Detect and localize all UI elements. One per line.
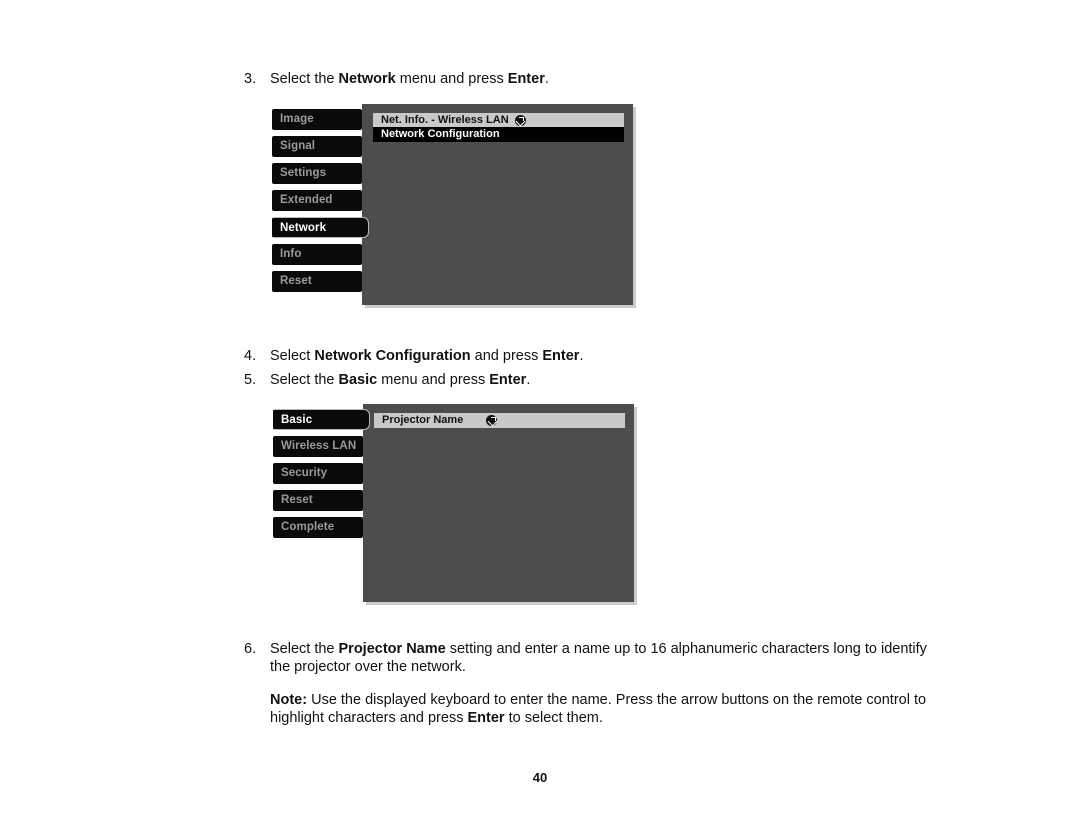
- sidebar-item-label: Reset: [280, 275, 312, 287]
- step-6-number: 6.: [244, 641, 257, 657]
- menu-row-label: Net. Info. - Wireless LAN: [381, 114, 509, 126]
- sidebar-item-network[interactable]: Network: [272, 217, 369, 238]
- menu-row-label: Network Configuration: [381, 128, 500, 140]
- step-3-number: 3.: [244, 71, 257, 87]
- step-4: 4. Select Network Configuration and pres…: [244, 347, 944, 365]
- step-5-text: Select the Basic menu and press Enter.: [270, 372, 531, 388]
- step-5-number: 5.: [244, 372, 257, 388]
- sidebar-item-label: Settings: [280, 167, 327, 179]
- sidebar-item-security[interactable]: Security: [273, 463, 363, 484]
- step-3-text: Select the Network menu and press Enter.: [270, 71, 549, 87]
- sidebar-item-reset[interactable]: Reset: [272, 271, 362, 292]
- sidebar-item-wireless-lan[interactable]: Wireless LAN: [273, 436, 363, 457]
- osd-panel-background: [363, 404, 634, 602]
- sidebar-item-complete[interactable]: Complete: [273, 517, 363, 538]
- sidebar-item-basic[interactable]: Basic: [273, 409, 370, 430]
- sidebar-item-label: Reset: [281, 494, 313, 506]
- sidebar-item-label: Complete: [281, 521, 335, 533]
- step-4-number: 4.: [244, 348, 257, 364]
- enter-icon: [486, 415, 497, 426]
- step-6-text: Select the Projector Name setting and en…: [270, 641, 927, 675]
- menu-row-projector-name[interactable]: Projector Name: [374, 413, 625, 428]
- osd-sidebar: Image Signal Settings Extended Network I…: [272, 109, 369, 298]
- menu-row-net-info-wireless-lan[interactable]: Net. Info. - Wireless LAN: [373, 113, 624, 128]
- sidebar-item-label: Security: [281, 467, 328, 479]
- sidebar-item-signal[interactable]: Signal: [272, 136, 362, 157]
- step-3: 3. Select the Network menu and press Ent…: [244, 70, 944, 88]
- note-text: Note: Use the displayed keyboard to ente…: [270, 692, 927, 726]
- sidebar-item-info[interactable]: Info: [272, 244, 362, 265]
- manual-page: 3. Select the Network menu and press Ent…: [0, 0, 1080, 834]
- sidebar-item-settings[interactable]: Settings: [272, 163, 362, 184]
- sidebar-item-reset[interactable]: Reset: [273, 490, 363, 511]
- page-number: 40: [532, 770, 548, 785]
- note-paragraph: Note: Use the displayed keyboard to ente…: [270, 692, 935, 727]
- step-5: 5. Select the Basic menu and press Enter…: [244, 371, 944, 389]
- sidebar-item-label: Basic: [281, 414, 313, 426]
- sidebar-item-image[interactable]: Image: [272, 109, 362, 130]
- step-6: 6. Select the Projector Name setting and…: [244, 640, 934, 676]
- sidebar-item-label: Network: [280, 222, 327, 234]
- sidebar-item-label: Wireless LAN: [281, 440, 357, 452]
- step-4-text: Select Network Configuration and press E…: [270, 348, 584, 364]
- sidebar-item-label: Info: [280, 248, 302, 260]
- sidebar-item-extended[interactable]: Extended: [272, 190, 362, 211]
- menu-row-network-configuration[interactable]: Network Configuration: [373, 127, 624, 142]
- sidebar-item-label: Extended: [280, 194, 333, 206]
- osd-sidebar: Basic Wireless LAN Security Reset Comple…: [273, 409, 370, 544]
- osd-network-menu: Image Signal Settings Extended Network I…: [272, 104, 637, 309]
- sidebar-item-label: Signal: [280, 140, 316, 152]
- sidebar-item-label: Image: [280, 113, 314, 125]
- osd-network-configuration-menu: Basic Wireless LAN Security Reset Comple…: [273, 404, 638, 609]
- enter-icon: [514, 115, 526, 126]
- menu-row-label: Projector Name: [382, 414, 464, 426]
